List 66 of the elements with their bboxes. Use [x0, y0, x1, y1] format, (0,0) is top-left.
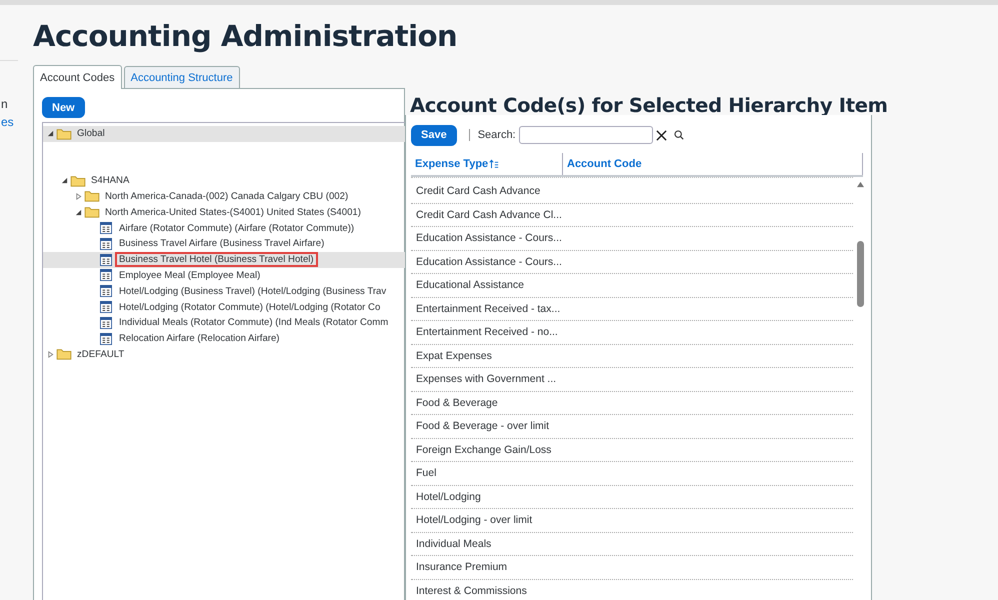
tree-item[interactable]: North America-United States-(S4001) United States (S4001) — [101, 204, 365, 220]
list-document-icon — [98, 222, 114, 234]
tree-item[interactable]: Airfare (Rotator Commute) (Airfare (Rotator Commute)) — [115, 220, 358, 236]
list-document-icon — [98, 269, 114, 282]
list-document-icon — [98, 316, 114, 329]
search-field[interactable] — [518, 126, 653, 144]
tree-item[interactable]: Business Travel Airfare (Business Travel Airfare) — [115, 236, 328, 252]
tab[interactable]: Accounting Structure — [124, 66, 240, 88]
table-cell: Entertainment Received - tax... — [416, 302, 560, 315]
side-text: n — [1, 96, 9, 113]
tree-item[interactable]: Relocation Airfare (Relocation Airfare) — [115, 331, 284, 346]
table-cell: Expenses with Government ... — [416, 373, 556, 386]
collapsed-arrow-icon[interactable] — [75, 192, 82, 200]
tree-item[interactable]: Hotel/Lodging (Business Travel) (Hotel/Lodging (Business Trav — [115, 284, 390, 299]
table-cell: Fuel — [416, 467, 436, 480]
list-document-icon — [98, 301, 114, 314]
list-document-icon — [98, 285, 114, 298]
table-cell: Interest & Commissions — [416, 584, 527, 597]
expanded-arrow-icon[interactable] — [75, 208, 82, 216]
column-header[interactable]: Expense Type — [415, 158, 488, 170]
tree-item[interactable]: North America-Canada-(002) Canada Calgary CBU (002) — [101, 188, 352, 204]
collapsed-arrow-icon[interactable] — [47, 350, 54, 358]
scroll-thumb[interactable] — [856, 241, 864, 307]
folder-icon — [84, 190, 100, 202]
folder-icon — [84, 206, 100, 218]
list-document-icon — [98, 238, 114, 250]
save-button[interactable]: Save — [411, 124, 457, 146]
table-cell: Food & Beverage — [416, 396, 498, 409]
search-icon[interactable] — [674, 130, 684, 140]
search-label: Search: — [478, 129, 516, 141]
tree-item[interactable]: Business Travel Hotel (Business Travel Hotel) — [115, 252, 318, 268]
expanded-arrow-icon[interactable] — [61, 177, 68, 184]
table-cell: Education Assistance - Cours... — [416, 256, 562, 268]
tree-item[interactable]: Hotel/Lodging (Rotator Commute) (Hotel/Lodging (Rotator Co — [115, 300, 384, 315]
scroll-up-icon[interactable] — [856, 181, 864, 188]
tab[interactable]: Account Codes — [33, 65, 122, 89]
tree-item[interactable]: Global — [73, 126, 109, 142]
table-cell: Food & Beverage - over limit — [416, 420, 550, 432]
table-cell: Credit Card Cash Advance Cl... — [416, 208, 562, 221]
tree-item[interactable]: Individual Meals (Rotator Commute) (Ind Meals (Rotator Comm — [115, 315, 392, 330]
column-header[interactable]: Account Code — [567, 158, 642, 170]
table-cell: Insurance Premium — [416, 561, 508, 574]
clear-icon[interactable] — [656, 130, 667, 140]
tree-item[interactable]: S4HANA — [87, 173, 134, 188]
page-title: Accounting Administration — [33, 19, 458, 53]
folder-icon — [70, 174, 86, 187]
new-button[interactable]: New — [42, 97, 85, 118]
table-cell: Hotel/Lodging — [416, 490, 481, 503]
sort-ascending-icon[interactable] — [489, 159, 500, 169]
table-cell: Credit Card Cash Advance — [416, 185, 540, 198]
folder-icon — [56, 348, 72, 360]
expanded-arrow-icon[interactable] — [47, 130, 54, 138]
list-document-icon — [98, 332, 114, 345]
table-cell: Foreign Exchange Gain/Loss — [416, 444, 552, 456]
list-document-icon — [98, 254, 114, 266]
table-cell: Hotel/Lodging - over limit — [416, 514, 532, 526]
table-cell: Entertainment Received - no... — [416, 326, 558, 338]
tree-item[interactable]: Employee Meal (Employee Meal) — [115, 268, 264, 283]
table-cell: Expat Expenses — [416, 350, 492, 362]
table-cell: Individual Meals — [416, 538, 492, 550]
side-link[interactable]: es — [1, 113, 33, 131]
section-title: Account Code(s) for Selected Hierarchy Item — [410, 94, 889, 118]
tree-item[interactable]: zDEFAULT — [73, 346, 128, 362]
table-cell: Educational Assistance — [416, 279, 524, 292]
table-cell: Education Assistance - Cours... — [416, 232, 562, 244]
folder-icon — [56, 128, 72, 140]
